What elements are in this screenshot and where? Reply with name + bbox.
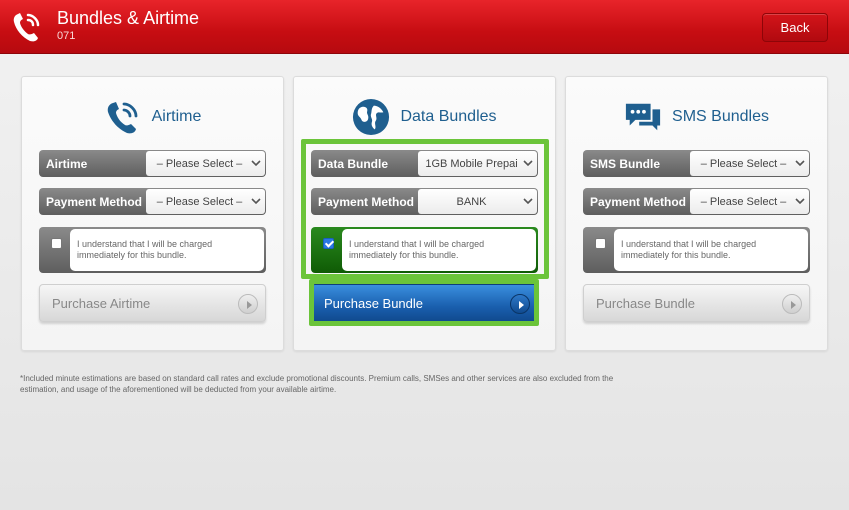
globe-icon — [352, 97, 390, 137]
airtime-payment-select[interactable]: – Please Select – — [146, 189, 265, 214]
data-bundle-select-label: Data Bundle — [318, 156, 389, 171]
data-bundles-panel-title: Data Bundles — [400, 108, 497, 125]
airtime-agree-text: I understand that I will be charged imme… — [70, 229, 264, 271]
chevron-down-icon — [251, 160, 261, 167]
data-agree-checkbox[interactable] — [323, 238, 334, 249]
phone-logo-icon — [11, 10, 43, 44]
airtime-select-value: – Please Select – — [156, 157, 243, 170]
purchase-data-bundle-button[interactable]: Purchase Bundle — [311, 284, 538, 322]
purchase-sms-bundle-label: Purchase Bundle — [596, 295, 696, 311]
sms-agree-box: I understand that I will be charged imme… — [583, 227, 810, 273]
sms-bundles-panel-header: SMS Bundles — [566, 95, 827, 139]
page-title: Bundles & Airtime — [57, 8, 200, 28]
chevron-down-icon — [523, 160, 533, 167]
airtime-select-row: Airtime – Please Select – — [39, 150, 266, 177]
sms-bundle-select-value: – Please Select – — [700, 157, 787, 170]
phone-icon — [104, 97, 142, 137]
data-agree-text: I understand that I will be charged imme… — [342, 229, 536, 271]
sms-payment-value: – Please Select – — [700, 195, 787, 208]
sms-payment-label: Payment Method — [590, 194, 687, 209]
airtime-agree-checkbox[interactable] — [51, 238, 62, 249]
sms-agree-checkbox[interactable] — [595, 238, 606, 249]
purchase-airtime-button[interactable]: Purchase Airtime — [39, 284, 266, 322]
chevron-down-icon — [795, 160, 805, 167]
airtime-select[interactable]: – Please Select – — [146, 151, 265, 176]
sms-payment-select[interactable]: – Please Select – — [690, 189, 809, 214]
data-agree-box: I understand that I will be charged imme… — [311, 227, 538, 273]
sms-bundle-select-label: SMS Bundle — [590, 156, 661, 171]
data-payment-label: Payment Method — [318, 194, 415, 209]
airtime-select-label: Airtime — [46, 156, 88, 171]
purchase-data-bundle-label: Purchase Bundle — [324, 295, 424, 311]
data-bundles-panel-header: Data Bundles — [294, 95, 555, 139]
data-bundle-select-value: 1GB Mobile Prepai — [425, 157, 518, 170]
airtime-payment-row: Payment Method – Please Select – — [39, 188, 266, 215]
app-header: Bundles & Airtime 071 Back — [0, 0, 849, 54]
footnote: *Included minute estimations are based o… — [20, 374, 614, 394]
purchase-sms-bundle-button[interactable]: Purchase Bundle — [583, 284, 810, 322]
airtime-panel-header: Airtime — [22, 95, 283, 139]
back-button[interactable]: Back — [762, 13, 828, 42]
data-bundle-select[interactable]: 1GB Mobile Prepai — [418, 151, 537, 176]
sms-payment-row: Payment Method – Please Select – — [583, 188, 810, 215]
arrow-right-icon — [510, 294, 530, 314]
sms-agree-text: I understand that I will be charged imme… — [614, 229, 808, 271]
data-bundles-panel: Data Bundles Data Bundle 1GB Mobile Prep… — [293, 76, 556, 351]
sms-bundle-select-row: SMS Bundle – Please Select – — [583, 150, 810, 177]
arrow-right-icon — [782, 294, 802, 314]
data-payment-value: BANK — [456, 195, 487, 208]
page-subtitle: 071 — [57, 30, 76, 42]
chevron-down-icon — [523, 198, 533, 205]
sms-bundles-panel: SMS Bundles SMS Bundle – Please Select –… — [565, 76, 828, 351]
airtime-payment-label: Payment Method — [46, 194, 143, 209]
chevron-down-icon — [795, 198, 805, 205]
chat-bubbles-icon — [624, 97, 662, 137]
back-button-label: Back — [780, 20, 810, 35]
airtime-panel-title: Airtime — [151, 108, 202, 125]
chevron-down-icon — [251, 198, 261, 205]
data-payment-row: Payment Method BANK — [311, 188, 538, 215]
airtime-payment-value: – Please Select – — [156, 195, 243, 208]
sms-bundles-panel-title: SMS Bundles — [672, 108, 769, 125]
airtime-panel: Airtime Airtime – Please Select – Paymen… — [21, 76, 284, 351]
purchase-airtime-label: Purchase Airtime — [52, 295, 151, 311]
data-payment-select[interactable]: BANK — [418, 189, 537, 214]
data-bundle-select-row: Data Bundle 1GB Mobile Prepai — [311, 150, 538, 177]
sms-bundle-select[interactable]: – Please Select – — [690, 151, 809, 176]
arrow-right-icon — [238, 294, 258, 314]
airtime-agree-box: I understand that I will be charged imme… — [39, 227, 266, 273]
